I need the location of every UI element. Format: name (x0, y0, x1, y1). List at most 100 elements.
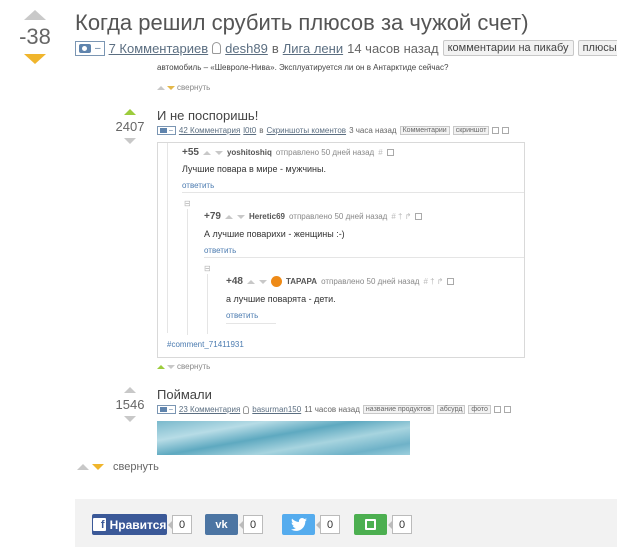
reply-link[interactable]: ответить (226, 311, 258, 320)
comment-text: а лучшие поварята - дети. (226, 294, 336, 304)
downvote-button[interactable] (124, 138, 136, 144)
comment-user[interactable]: TAPAPA (286, 277, 317, 286)
vk-share-button[interactable]: vk (205, 514, 238, 535)
story-title[interactable]: Поймали (157, 387, 212, 402)
camera-icon (160, 128, 167, 133)
image-post-badge[interactable]: – (75, 40, 105, 56)
arrow-up-icon (157, 364, 165, 369)
user-icon (212, 42, 222, 54)
facebook-count: 0 (168, 515, 192, 534)
twitter-count: 0 (316, 515, 340, 534)
author-link[interactable]: basurman150 (252, 405, 301, 414)
comment-action-icons[interactable]: # † ↱ (391, 212, 411, 221)
tag[interactable]: плюсы (577, 40, 617, 56)
tag[interactable]: скриншот (452, 126, 490, 135)
hash-icon[interactable]: # (378, 148, 382, 157)
in-word: в (259, 126, 264, 135)
story-title[interactable]: И не поспоришь! (157, 108, 258, 123)
collapse-thread-icon[interactable]: ⊟ (204, 264, 211, 273)
author-link[interactable]: desh89 (225, 41, 268, 56)
story-image[interactable] (157, 421, 410, 455)
comment-sent: отправлено 50 дней назад (289, 212, 388, 221)
upvote-button[interactable] (124, 387, 136, 393)
vk-count: 0 (239, 515, 263, 534)
vk-icon: vk (215, 518, 228, 531)
arrow-up-icon[interactable] (246, 279, 255, 284)
post-rating: -38 (19, 24, 51, 49)
save-icon[interactable] (493, 406, 501, 413)
save-share: 0 (354, 514, 412, 535)
author-link[interactable]: l0t0 (243, 126, 256, 135)
downvote-button[interactable] (124, 416, 136, 422)
prev-story-text: автомобиль – «Шевроле-Нива». Эксплуатиру… (157, 63, 449, 72)
arrow-up-icon[interactable] (224, 214, 233, 219)
save-icon[interactable] (386, 149, 394, 156)
comment-sent: отправлено 50 дней назад (275, 148, 375, 157)
story-meta: – 42 Комментария l0t0 в Скриншоты комент… (157, 126, 510, 135)
post-title[interactable]: Когда решил срубить плюсов за чужой счет… (75, 10, 529, 36)
tag[interactable]: Комментарии (399, 126, 450, 135)
story-vote: 2407 (115, 109, 145, 144)
arrow-down-icon[interactable] (236, 214, 245, 219)
reply-link[interactable]: ответить (182, 181, 214, 190)
arrow-down-icon (92, 464, 104, 470)
arrow-down-icon[interactable] (258, 279, 267, 284)
save-post-button[interactable] (354, 514, 387, 535)
twitter-share-button[interactable] (282, 514, 315, 535)
twitter-bird-icon (290, 518, 307, 531)
comment-anchor-link[interactable]: #comment_71411931 (167, 340, 244, 349)
community-link[interactable]: Лига лени (283, 41, 343, 56)
save-icon[interactable] (447, 278, 455, 285)
collapse-thread-icon[interactable]: ⊟ (184, 199, 191, 208)
comment-action-icons[interactable]: # † ↱ (423, 277, 443, 286)
tag[interactable]: название продуктов (362, 405, 434, 414)
facebook-like-button[interactable]: f Нравится (92, 514, 167, 535)
tag[interactable]: фото (468, 405, 491, 414)
upvote-button[interactable] (24, 10, 46, 20)
arrow-down-icon[interactable] (214, 150, 223, 155)
comment-user[interactable]: yoshitoshiq (227, 148, 272, 157)
floppy-icon (365, 519, 376, 530)
comment-user[interactable]: Heretic69 (249, 212, 285, 221)
reply-link[interactable]: ответить (204, 246, 236, 255)
tag[interactable]: абсурд (436, 405, 466, 414)
facebook-icon: f (92, 518, 106, 531)
comments-link[interactable]: 7 Комментариев (109, 41, 209, 56)
downvote-button[interactable] (24, 54, 46, 64)
comment-header: +55 yoshitoshiq отправлено 50 дней назад… (182, 147, 394, 158)
collapse-label: свернуть (113, 461, 159, 473)
comments-screenshot: +55 yoshitoshiq отправлено 50 дней назад… (157, 142, 525, 358)
camera-icon (79, 43, 91, 53)
vk-share: vk 0 (205, 514, 263, 535)
story-vote: 1546 (115, 387, 145, 422)
comment-header: +48 TAPAPA отправлено 50 дней назад # † … (226, 276, 455, 287)
expand-icon[interactable] (503, 406, 511, 413)
arrow-up-icon[interactable] (202, 150, 211, 155)
comment-score: +55 (182, 147, 199, 158)
comment-score: +79 (204, 211, 221, 222)
share-bar: f Нравится 0 vk 0 0 0 (75, 499, 617, 547)
story-rating: 2407 (115, 119, 145, 134)
facebook-share: f Нравится 0 (92, 514, 192, 535)
save-count: 0 (388, 515, 412, 534)
comments-link[interactable]: 42 Комментария (179, 126, 240, 135)
prev-collapse[interactable]: свернуть (157, 83, 210, 92)
story-rating: 1546 (115, 397, 145, 412)
tag[interactable]: комментарии на пикабу (442, 40, 574, 56)
community-link[interactable]: Скриншоты коментов (266, 126, 346, 135)
upvote-button[interactable] (124, 109, 136, 115)
expand-icon[interactable] (502, 127, 510, 134)
story-collapse[interactable]: свернуть (157, 362, 210, 371)
collapse-label: свернуть (177, 83, 211, 92)
image-post-badge[interactable]: – (157, 126, 176, 135)
post-collapse[interactable]: свернуть (77, 461, 159, 473)
comment-score: +48 (226, 276, 243, 287)
story-time: 3 часа назад (349, 126, 397, 135)
image-post-badge[interactable]: – (157, 405, 176, 414)
comment-sent: отправлено 50 дней назад (321, 277, 420, 286)
arrow-up-icon (157, 85, 165, 90)
comments-link[interactable]: 23 Комментария (179, 405, 240, 414)
user-icon (243, 405, 250, 414)
save-icon[interactable] (415, 213, 423, 220)
save-icon[interactable] (492, 127, 500, 134)
